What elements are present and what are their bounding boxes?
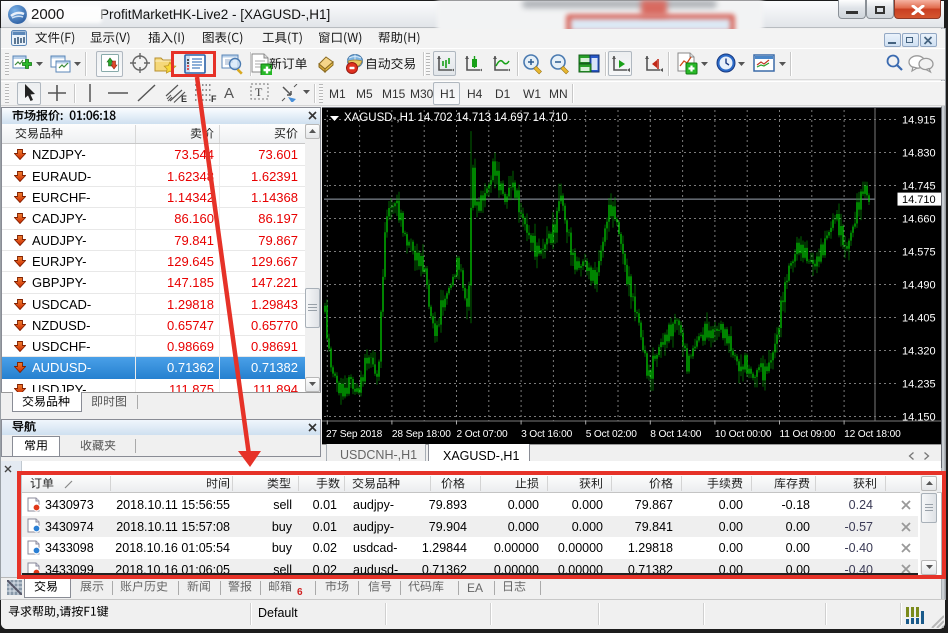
svg-text:E: E (181, 94, 187, 103)
svg-text:14.660: 14.660 (902, 214, 936, 226)
svg-text:T: T (255, 85, 263, 99)
svg-text:2 Oct 07:00: 2 Oct 07:00 (457, 429, 509, 440)
svg-text:28 Sep 18:00: 28 Sep 18:00 (392, 429, 451, 440)
svg-text:14.320: 14.320 (902, 346, 936, 358)
svg-text:F: F (211, 94, 217, 103)
svg-text:10 Oct 00:00: 10 Oct 00:00 (715, 429, 772, 440)
svg-text:A: A (224, 85, 234, 100)
svg-text:8 Oct 14:00: 8 Oct 14:00 (650, 429, 702, 440)
svg-text:14.575: 14.575 (902, 247, 936, 259)
svg-text:14.150: 14.150 (902, 412, 936, 424)
svg-text:14.490: 14.490 (902, 280, 936, 292)
svg-text:14.830: 14.830 (902, 148, 936, 160)
svg-text:3 Oct 16:00: 3 Oct 16:00 (521, 429, 573, 440)
svg-text:14.235: 14.235 (902, 379, 936, 391)
svg-text:14.405: 14.405 (902, 313, 936, 325)
svg-text:XAGUSD-,H1 14.702 14.713 14.6: XAGUSD-,H1 14.702 14.713 14.697 14.710 (344, 112, 568, 124)
svg-text:27 Sep 2018: 27 Sep 2018 (326, 429, 383, 440)
svg-text:14.710: 14.710 (902, 194, 936, 206)
svg-text:5 Oct 02:00: 5 Oct 02:00 (586, 429, 638, 440)
svg-text:12 Oct 18:00: 12 Oct 18:00 (844, 429, 901, 440)
svg-text:14.915: 14.915 (902, 115, 936, 127)
svg-text:11 Oct 09:00: 11 Oct 09:00 (780, 429, 836, 440)
svg-text:14.745: 14.745 (902, 181, 936, 193)
